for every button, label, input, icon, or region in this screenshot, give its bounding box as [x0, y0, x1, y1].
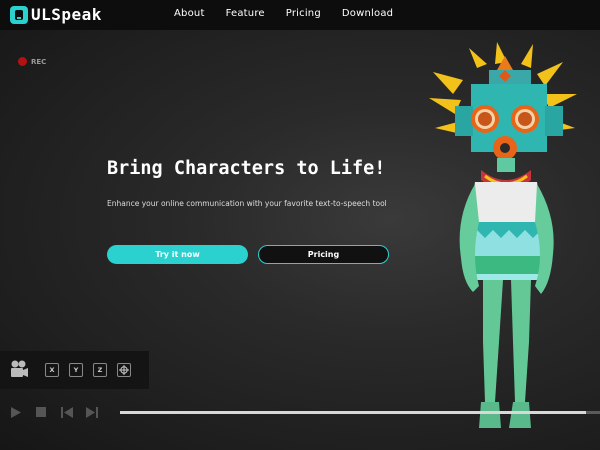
- camera-panel: X Y Z: [0, 351, 149, 389]
- top-bar: ULSpeak About Feature Pricing Download: [0, 0, 600, 30]
- rec-label: REC: [31, 57, 47, 66]
- target-icon[interactable]: [117, 363, 131, 377]
- record-dot-icon: [18, 57, 27, 66]
- play-icon[interactable]: [10, 407, 21, 418]
- axis-z-button[interactable]: Z: [93, 363, 107, 377]
- axis-x-button[interactable]: X: [45, 363, 59, 377]
- pricing-button[interactable]: Pricing: [258, 245, 389, 264]
- skip-back-icon[interactable]: [61, 407, 73, 418]
- stop-icon[interactable]: [36, 407, 46, 417]
- nav-about[interactable]: About: [174, 8, 205, 19]
- main-nav: About Feature Pricing Download: [174, 8, 414, 19]
- rec-indicator: REC: [18, 57, 46, 66]
- progress-fill: [120, 411, 586, 414]
- logo-icon: [10, 5, 28, 24]
- hero-subtitle: Enhance your online communication with y…: [107, 199, 387, 208]
- nav-pricing[interactable]: Pricing: [286, 8, 321, 19]
- try-it-now-button[interactable]: Try it now: [107, 245, 248, 264]
- playback-progress-bar[interactable]: [120, 411, 600, 414]
- skip-forward-icon[interactable]: [86, 407, 98, 418]
- nav-feature[interactable]: Feature: [226, 8, 265, 19]
- axis-y-button[interactable]: Y: [69, 363, 83, 377]
- brand-name: ULSpeak: [31, 5, 102, 24]
- nav-download[interactable]: Download: [342, 8, 393, 19]
- video-camera-icon[interactable]: [10, 359, 28, 379]
- hero-title: Bring Characters to Life!: [107, 158, 386, 179]
- brand-logo[interactable]: ULSpeak: [10, 5, 102, 24]
- masked-character-figure: [429, 42, 577, 428]
